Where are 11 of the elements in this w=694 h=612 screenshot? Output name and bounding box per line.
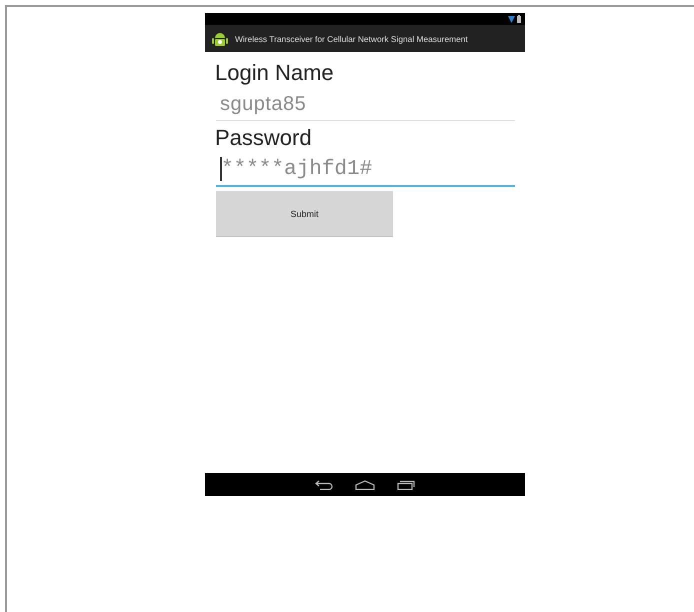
battery-icon xyxy=(517,15,521,23)
home-icon[interactable] xyxy=(355,480,375,490)
field-label: Password xyxy=(214,125,312,151)
wifi-icon xyxy=(508,16,515,22)
app-title: Wireless Transceiver for Cellular Network Signal Measurement xyxy=(235,34,468,44)
login-name-field[interactable]: sgupta85 xyxy=(216,88,515,121)
back-icon[interactable] xyxy=(315,480,333,490)
submit-button[interactable]: Submit xyxy=(216,191,393,237)
field-label: Login Name xyxy=(214,60,334,86)
recent-apps-icon[interactable] xyxy=(397,480,415,490)
password-field[interactable]: *****ajhfd1# xyxy=(216,153,515,187)
